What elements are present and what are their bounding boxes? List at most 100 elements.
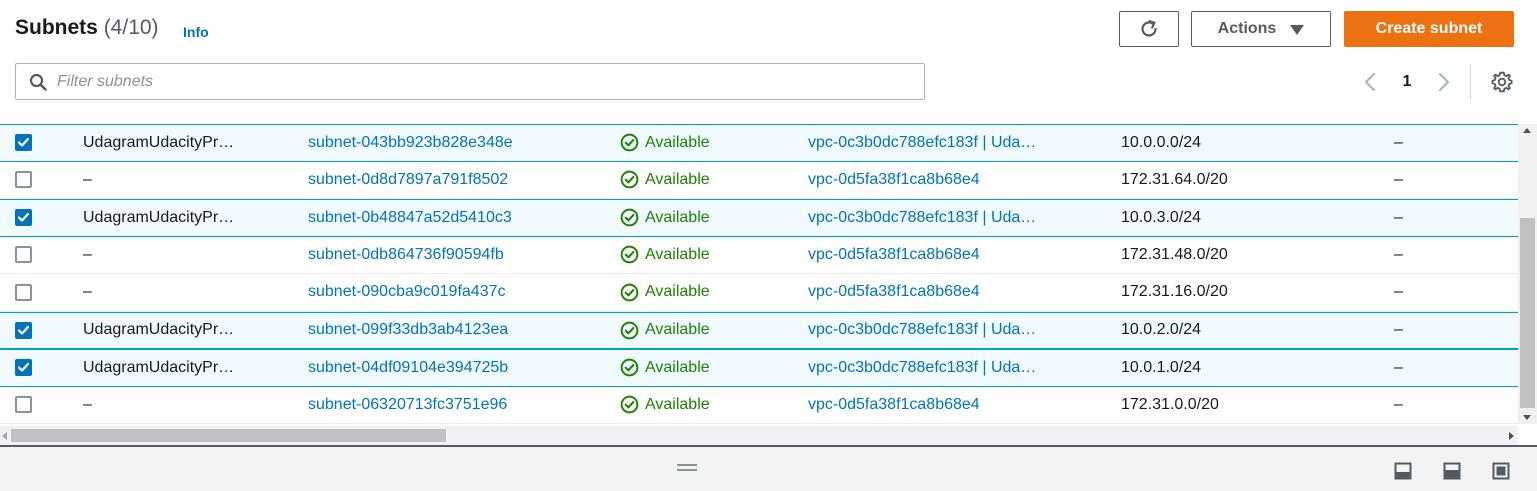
row-checkbox[interactable] <box>15 209 32 227</box>
split-bottom-icon[interactable] <box>1393 461 1413 481</box>
subnet-name: – <box>83 283 92 301</box>
row-checkbox-cell[interactable] <box>15 350 33 386</box>
caret-down-icon <box>1290 25 1305 35</box>
row-checkbox-cell[interactable] <box>15 200 33 236</box>
split-side-icon[interactable] <box>1442 461 1462 481</box>
row-checkbox-cell[interactable] <box>15 125 33 161</box>
vertical-scroll-thumb[interactable] <box>1520 218 1535 408</box>
horizontal-scroll-thumb[interactable] <box>11 429 446 442</box>
current-page-number[interactable]: 1 <box>1396 70 1418 94</box>
state-text: Available <box>645 321 710 339</box>
status-success-icon <box>620 245 639 264</box>
subnet-state: Available <box>620 237 800 274</box>
table-row[interactable]: – subnet-090cba9c019fa437c Available vpc… <box>0 274 1518 312</box>
table-row[interactable]: UdagramUdacityPr… subnet-043bb923b828e34… <box>0 124 1518 162</box>
subnet-name: – <box>83 395 92 413</box>
row-checkbox-cell[interactable] <box>15 237 33 274</box>
row-checkbox[interactable] <box>15 283 32 301</box>
table-row[interactable]: UdagramUdacityPr… subnet-0b48847a52d5410… <box>0 199 1518 237</box>
scroll-left-arrow-icon[interactable] <box>2 432 7 440</box>
subnet-id-link[interactable]: subnet-090cba9c019fa437c <box>308 274 608 311</box>
subnet-state: Available <box>620 274 800 311</box>
subnet-name: UdagramUdacityPr… <box>83 208 235 226</box>
subnet-id-link[interactable]: subnet-0d8d7897a791f8502 <box>308 162 608 199</box>
subnet-state: Available <box>620 125 800 161</box>
row-checkbox[interactable] <box>15 134 32 152</box>
state-text: Available <box>645 133 710 151</box>
next-page-button[interactable] <box>1432 70 1456 94</box>
filter-field[interactable] <box>15 63 925 100</box>
scroll-down-arrow-icon[interactable] <box>1523 415 1531 420</box>
actions-dropdown-button[interactable]: Actions <box>1191 11 1331 47</box>
resize-handle-icon[interactable] <box>677 464 697 471</box>
vpc-link[interactable]: vpc-0c3b0dc788efc183f | Uda… <box>808 350 1108 386</box>
subnet-name: – <box>83 170 92 188</box>
vpc-link[interactable]: vpc-0d5fa38f1ca8b68e4 <box>808 237 1108 274</box>
status-success-icon <box>620 208 639 227</box>
vertical-scrollbar[interactable] <box>1518 124 1537 424</box>
table-row[interactable]: – subnet-0db864736f90594fb Available vpc… <box>0 236 1518 274</box>
row-checkbox-cell[interactable] <box>15 387 33 424</box>
subnets-table: UdagramUdacityPr… subnet-043bb923b828e34… <box>0 124 1518 426</box>
status-success-icon <box>620 170 639 189</box>
row-checkbox[interactable] <box>15 171 32 189</box>
ipv4-cidr: 10.0.3.0/24 <box>1121 208 1202 226</box>
vpc-link[interactable]: vpc-0d5fa38f1ca8b68e4 <box>808 162 1108 199</box>
ipv6-cidr: – <box>1394 395 1403 413</box>
table-row[interactable]: UdagramUdacityPr… subnet-04df09104e39472… <box>0 349 1518 387</box>
split-full-icon[interactable] <box>1491 461 1511 481</box>
previous-page-button[interactable] <box>1358 70 1382 94</box>
pagination-divider <box>1470 64 1471 100</box>
subnet-name: – <box>83 245 92 263</box>
info-link[interactable]: Info <box>183 24 209 40</box>
ipv4-cidr: 172.31.48.0/20 <box>1121 245 1228 263</box>
subnet-name: UdagramUdacityPr… <box>83 321 235 339</box>
scroll-right-arrow-icon[interactable] <box>1509 432 1514 440</box>
vpc-link[interactable]: vpc-0c3b0dc788efc183f | Uda… <box>808 125 1108 161</box>
row-checkbox[interactable] <box>15 246 32 264</box>
subnet-id-link[interactable]: subnet-0db864736f90594fb <box>308 237 608 274</box>
ipv6-cidr: – <box>1394 208 1403 226</box>
vpc-link[interactable]: vpc-0d5fa38f1ca8b68e4 <box>808 274 1108 311</box>
gear-icon <box>1491 71 1513 93</box>
preferences-button[interactable] <box>1489 69 1515 95</box>
vpc-link[interactable]: vpc-0d5fa38f1ca8b68e4 <box>808 387 1108 424</box>
row-checkbox[interactable] <box>15 359 32 377</box>
refresh-icon <box>1141 20 1157 37</box>
ipv4-cidr: 10.0.0.0/24 <box>1121 133 1202 151</box>
table-header-bar: Subnets (4/10) Info Actions Create subne… <box>0 0 1537 110</box>
table-row[interactable]: – subnet-0d8d7897a791f8502 Available vpc… <box>0 161 1518 199</box>
state-text: Available <box>645 395 710 413</box>
subnet-name: UdagramUdacityPr… <box>83 358 235 376</box>
ipv6-cidr: – <box>1394 170 1403 188</box>
subnet-id-link[interactable]: subnet-099f33db3ab4123ea <box>308 313 608 349</box>
status-success-icon <box>620 321 639 340</box>
subnet-state: Available <box>620 200 800 236</box>
subnet-id-link[interactable]: subnet-04df09104e394725b <box>308 350 608 386</box>
vpc-link[interactable]: vpc-0c3b0dc788efc183f | Uda… <box>808 200 1108 236</box>
refresh-button[interactable] <box>1119 11 1179 47</box>
subnet-id-link[interactable]: subnet-06320713fc3751e96 <box>308 387 608 424</box>
state-text: Available <box>645 208 710 226</box>
subnet-id-link[interactable]: subnet-043bb923b828e348e <box>308 125 608 161</box>
selection-count: (4/10) <box>103 16 159 39</box>
ipv4-cidr: 10.0.1.0/24 <box>1121 358 1202 376</box>
checkmark-icon <box>18 138 29 147</box>
state-text: Available <box>645 358 710 376</box>
row-checkbox-cell[interactable] <box>15 162 33 199</box>
vpc-link[interactable]: vpc-0c3b0dc788efc183f | Uda… <box>808 313 1108 349</box>
subnet-id-link[interactable]: subnet-0b48847a52d5410c3 <box>308 200 608 236</box>
table-row[interactable]: – subnet-06320713fc3751e96 Available vpc… <box>0 386 1518 424</box>
row-checkbox-cell[interactable] <box>15 313 33 349</box>
filter-input[interactable] <box>57 72 907 91</box>
row-checkbox[interactable] <box>15 396 32 414</box>
table-row[interactable]: UdagramUdacityPr… subnet-099f33db3ab4123… <box>0 311 1518 349</box>
status-success-icon <box>620 358 639 377</box>
row-checkbox[interactable] <box>15 321 32 339</box>
create-subnet-button[interactable]: Create subnet <box>1344 11 1514 47</box>
horizontal-scrollbar[interactable] <box>0 426 1518 445</box>
chevron-right-icon <box>1438 72 1450 92</box>
row-checkbox-cell[interactable] <box>15 274 33 311</box>
scroll-up-arrow-icon[interactable] <box>1523 128 1531 133</box>
checkmark-icon <box>18 325 29 335</box>
